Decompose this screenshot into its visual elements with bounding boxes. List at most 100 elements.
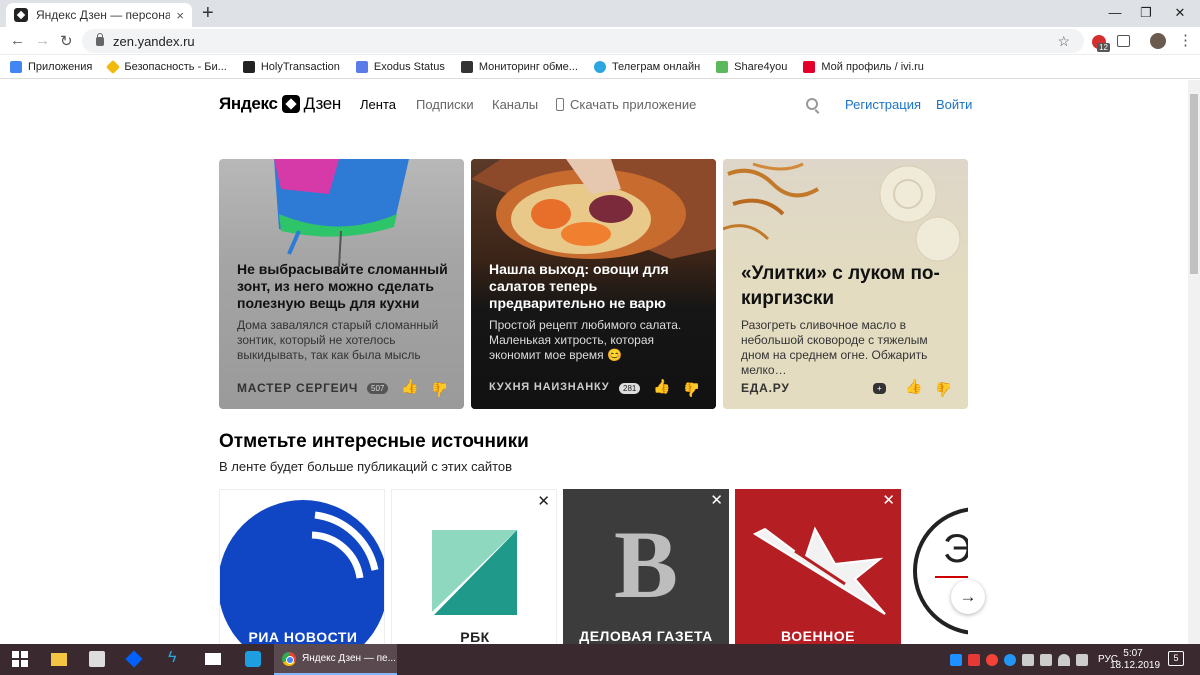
- toolbar: ← → ↻ zen.yandex.ru ☆: [0, 27, 1200, 55]
- file-explorer-icon[interactable]: [51, 653, 67, 666]
- card-source[interactable]: ЕДА.РУ: [741, 381, 790, 395]
- bookmark-star-icon[interactable]: ☆: [1057, 33, 1070, 50]
- url-text: zen.yandex.ru: [113, 33, 195, 49]
- umbrella-illustration: [274, 159, 409, 268]
- dropbox-icon[interactable]: [125, 650, 143, 668]
- close-window-button[interactable]: ✕: [1165, 5, 1195, 21]
- back-arrow-icon[interactable]: ←: [10, 32, 25, 49]
- reload-icon[interactable]: ↻: [60, 32, 73, 50]
- menu-kebab-icon[interactable]: ⋮: [1178, 31, 1193, 49]
- store-icon[interactable]: [89, 651, 105, 667]
- register-link[interactable]: Регистрация: [845, 97, 921, 112]
- bookmark-apps[interactable]: Приложения: [10, 60, 92, 73]
- cast-icon[interactable]: [1117, 35, 1130, 47]
- card-title[interactable]: «Улитки» с луком по-киргизски: [741, 261, 941, 311]
- tray-app-icon[interactable]: [968, 653, 980, 666]
- source-tile[interactable]: Э: [907, 489, 968, 644]
- bookmark-binance[interactable]: Безопасность - Би...: [106, 59, 227, 74]
- wifi-icon[interactable]: [1058, 653, 1070, 666]
- dislike-icon[interactable]: 👍: [431, 381, 448, 398]
- bookmark-bestchange[interactable]: Мониторинг обме...: [460, 60, 578, 73]
- card-source[interactable]: МАСТЕР СЕРГЕИЧ: [237, 381, 358, 395]
- nav-subscriptions[interactable]: Подписки: [416, 97, 474, 112]
- rbc-logo-icon: [432, 530, 517, 615]
- source-name: РБК: [460, 629, 490, 644]
- source-tile[interactable]: ✕ B ДЕЛОВАЯ ГАЗЕТА: [563, 489, 729, 644]
- zen-favicon-icon: [14, 8, 28, 22]
- card-title[interactable]: Не выбрасывайте сломанный зонт, из него …: [237, 261, 452, 312]
- nav-feed[interactable]: Лента: [360, 97, 396, 112]
- lock-icon: [96, 32, 104, 46]
- windows-start-icon[interactable]: [12, 651, 28, 667]
- source-tile[interactable]: РИА НОВОСТИ: [219, 489, 385, 644]
- close-icon[interactable]: ✕: [710, 491, 723, 509]
- holytransaction-icon: [242, 60, 255, 73]
- profile-avatar[interactable]: [1150, 33, 1166, 49]
- tab-title: Яндекс Дзен — персональная л: [36, 8, 171, 22]
- add-channel-icon[interactable]: +: [873, 383, 886, 394]
- apps-grid-icon: [10, 60, 22, 73]
- nav-channels[interactable]: Каналы: [492, 97, 538, 112]
- source-tile[interactable]: ✕ ВОЕННОЕ: [735, 489, 901, 644]
- exodus-icon: [355, 60, 368, 73]
- scrollbar[interactable]: [1188, 80, 1200, 644]
- source-name: ВОЕННОЕ: [781, 628, 855, 644]
- forward-arrow-icon[interactable]: →: [35, 32, 50, 49]
- mail-icon[interactable]: [205, 653, 221, 665]
- windows-taskbar: ϟ Яндекс Дзен — пе... РУС 5:07 18.12.201…: [0, 644, 1200, 675]
- dislike-icon[interactable]: 👍: [683, 381, 700, 398]
- section-subtitle: В ленте будет больше публикаций с этих с…: [219, 459, 513, 474]
- page-content: Яндекс Дзен Лента Подписки Каналы Скачат…: [0, 80, 1187, 644]
- bookmark-share4you[interactable]: Share4you: [716, 60, 787, 73]
- pastry-illustration: [723, 162, 961, 262]
- tray-app-icon[interactable]: [986, 653, 998, 666]
- taskbar-chrome-window[interactable]: Яндекс Дзен — пе...: [274, 644, 397, 675]
- bookmark-telegram[interactable]: Телеграм онлайн: [593, 60, 700, 73]
- tab-close-icon[interactable]: ×: [176, 8, 184, 23]
- bookmark-exodus[interactable]: Exodus Status: [355, 60, 445, 73]
- app-icon[interactable]: [245, 651, 261, 667]
- bookmark-ivi[interactable]: Мой профиль / ivi.ru: [803, 60, 924, 73]
- bestchange-icon: [460, 60, 473, 73]
- login-link[interactable]: Войти: [936, 97, 972, 112]
- card-description: Разогреть сливочное масло в небольшой ск…: [741, 318, 928, 377]
- card-source[interactable]: КУХНЯ НАИЗНАНКУ: [489, 381, 609, 393]
- card-description: Дома завалялся старый сломанный зонтик, …: [237, 318, 439, 362]
- nav-download-app[interactable]: Скачать приложение: [556, 97, 696, 112]
- source-tile[interactable]: ✕ РБК: [391, 489, 557, 644]
- bookmark-holytransaction[interactable]: HolyTransaction: [242, 60, 340, 73]
- phone-icon: [556, 98, 564, 111]
- lightning-app-icon[interactable]: ϟ: [168, 649, 184, 666]
- bluetooth-icon[interactable]: [1004, 653, 1016, 666]
- address-bar[interactable]: zen.yandex.ru ☆: [82, 29, 1084, 53]
- clock[interactable]: 5:07 18.12.2019: [1110, 648, 1160, 672]
- like-icon[interactable]: 👍: [905, 378, 922, 395]
- new-tab-button[interactable]: +: [202, 3, 214, 23]
- taskbar-window-title: Яндекс Дзен — пе...: [302, 653, 396, 664]
- notification-icon[interactable]: 5: [1168, 651, 1184, 666]
- ria-logo-icon: [220, 491, 384, 644]
- comment-count[interactable]: 281: [619, 383, 641, 394]
- feed-card[interactable]: Нашла выход: овощи для салатов теперь пр…: [471, 159, 716, 409]
- minimize-button[interactable]: —: [1100, 5, 1130, 20]
- tab-strip: Яндекс Дзен — персональная л × + — ❐ ✕: [0, 0, 1200, 27]
- tray-app-icon[interactable]: [950, 653, 962, 666]
- maximize-button[interactable]: ❐: [1131, 5, 1161, 21]
- card-title[interactable]: Нашла выход: овощи для салатов теперь пр…: [489, 261, 704, 312]
- carousel-next-button[interactable]: →: [951, 580, 985, 614]
- comment-count[interactable]: 507: [367, 383, 389, 394]
- display-icon[interactable]: [1040, 653, 1052, 666]
- feed-card[interactable]: «Улитки» с луком по-киргизски Разогреть …: [723, 159, 968, 409]
- browser-tab[interactable]: Яндекс Дзен — персональная л ×: [6, 3, 192, 27]
- feed-card[interactable]: Не выбрасывайте сломанный зонт, из него …: [219, 159, 464, 409]
- section-title: Отметьте интересные источники: [219, 431, 529, 452]
- yandex-zen-logo[interactable]: Яндекс Дзен: [219, 94, 341, 114]
- dislike-icon[interactable]: 👍: [935, 381, 952, 398]
- scrollbar-thumb[interactable]: [1190, 94, 1198, 274]
- search-icon[interactable]: [806, 98, 818, 110]
- extension-badge: 12: [1097, 43, 1110, 52]
- like-icon[interactable]: 👍: [401, 378, 418, 395]
- battery-icon[interactable]: [1022, 653, 1034, 666]
- volume-icon[interactable]: [1076, 653, 1088, 666]
- like-icon[interactable]: 👍: [653, 378, 670, 395]
